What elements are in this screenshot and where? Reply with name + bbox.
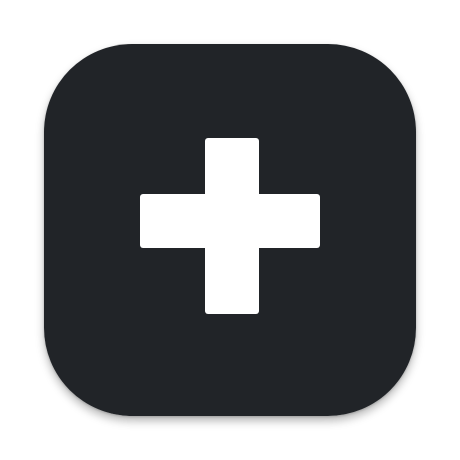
app-icon[interactable] [44,44,416,416]
plus-icon-horizontal-bar [140,194,320,248]
app-icon-graphic [44,44,416,416]
canvas [0,0,460,460]
